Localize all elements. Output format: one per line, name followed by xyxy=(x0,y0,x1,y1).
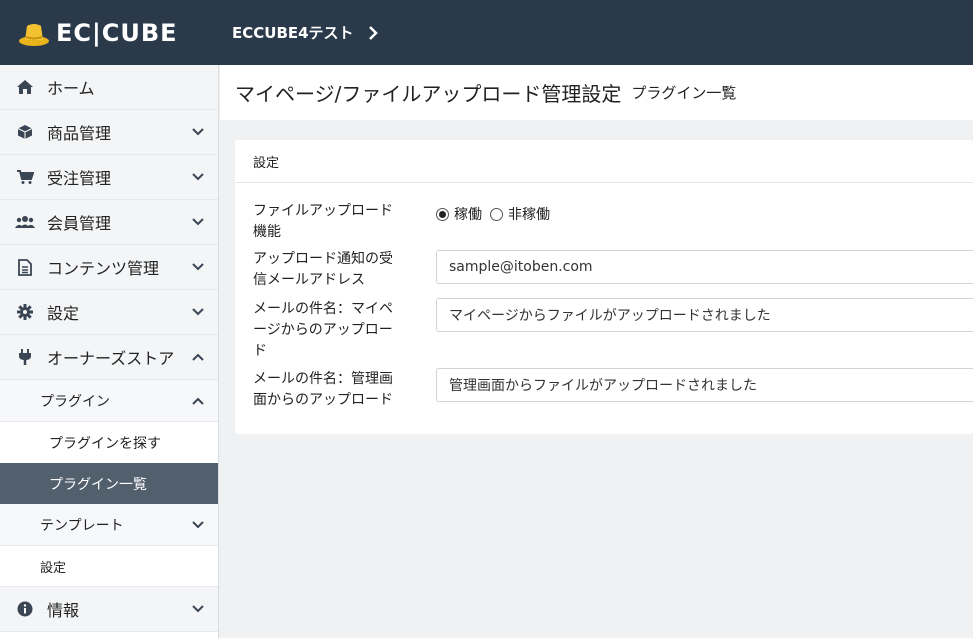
sidebar-item-members[interactable]: 会員管理 xyxy=(0,200,218,245)
function-label: ファイルアップロード機能 xyxy=(253,203,393,240)
cart-icon xyxy=(15,168,35,186)
chevron-right-icon xyxy=(368,25,378,40)
gear-icon xyxy=(15,303,35,321)
page-title-bar: マイページ/ファイルアップロード管理設定 プラグイン一覧 xyxy=(220,65,973,120)
radio-inactive[interactable] xyxy=(490,207,503,221)
file-icon xyxy=(15,258,35,276)
hat-logo-icon xyxy=(19,23,49,46)
chevron-down-icon xyxy=(192,605,204,613)
top-header: EC|CUBE ECCUBE4テスト xyxy=(0,0,973,65)
sidebar-subitem-plugin-list[interactable]: プラグイン一覧 xyxy=(0,463,218,504)
function-radio-group: 稼働 非稼働 xyxy=(436,204,558,224)
sidebar: ホーム 商品管理 受注管理 会員管理 コンテンツ管理 設定 オーナーズストア プ… xyxy=(0,65,219,638)
subject-admin-row: メールの件名：管理画面からのアップロード xyxy=(253,369,403,411)
sidebar-item-label: 設定 xyxy=(47,304,80,323)
sidebar-item-label: コンテンツ管理 xyxy=(47,259,160,278)
shop-name: ECCUBE4テスト xyxy=(232,24,354,42)
sidebar-subitem-template[interactable]: テンプレート xyxy=(0,504,218,546)
sidebar-subitem-label: プラグイン xyxy=(40,393,110,410)
email-field[interactable]: sample@itoben.com xyxy=(436,250,973,284)
subject-mypage-field[interactable]: マイページからファイルがアップロードされました xyxy=(436,298,973,332)
info-icon xyxy=(15,600,35,618)
sidebar-subitem-label: プラグインを探す xyxy=(49,435,161,452)
logo-text: EC|CUBE xyxy=(56,18,178,47)
sidebar-item-info[interactable]: 情報 xyxy=(0,587,218,632)
chevron-down-icon xyxy=(192,520,204,528)
sidebar-item-label: ホーム xyxy=(47,79,95,98)
chevron-down-icon xyxy=(192,218,204,226)
chevron-down-icon xyxy=(192,263,204,271)
sidebar-item-home[interactable]: ホーム xyxy=(0,65,218,110)
sidebar-item-contents[interactable]: コンテンツ管理 xyxy=(0,245,218,290)
subject-admin-label: メールの件名：管理画面からのアップロード xyxy=(253,371,393,408)
subject-mypage-label: メールの件名：マイページからのアップロード xyxy=(253,301,393,359)
home-icon xyxy=(15,78,35,96)
chevron-down-icon xyxy=(192,128,204,136)
function-row: ファイルアップロード機能 xyxy=(253,201,403,243)
sidebar-subitem-label: テンプレート xyxy=(40,517,124,534)
chevron-down-icon xyxy=(192,173,204,181)
settings-card: 設定 ファイルアップロード機能 稼働 非稼働 アップロード通知の受信メールアドレ… xyxy=(235,140,973,434)
shop-name-link[interactable]: ECCUBE4テスト xyxy=(232,22,378,43)
plug-icon xyxy=(15,348,35,366)
eccube-logo[interactable]: EC|CUBE xyxy=(18,19,218,47)
sidebar-item-orders[interactable]: 受注管理 xyxy=(0,155,218,200)
radio-inactive-label[interactable]: 非稼働 xyxy=(508,204,550,224)
page-title: マイページ/ファイルアップロード管理設定 xyxy=(235,82,622,106)
sidebar-item-owners-store[interactable]: オーナーズストア xyxy=(0,335,218,380)
chevron-up-icon xyxy=(192,353,204,361)
subject-mypage-row: メールの件名：マイページからのアップロード xyxy=(253,299,393,362)
email-label: アップロード通知の受信メールアドレス xyxy=(253,251,393,288)
sidebar-subitem-plugin[interactable]: プラグイン xyxy=(0,380,218,422)
sidebar-subitem-find-plugins[interactable]: プラグインを探す xyxy=(0,422,218,463)
sidebar-item-label: 受注管理 xyxy=(47,169,112,188)
subject-admin-field[interactable]: 管理画面からファイルがアップロードされました xyxy=(436,368,973,402)
sidebar-item-label: 会員管理 xyxy=(47,214,112,233)
radio-active[interactable] xyxy=(436,207,449,221)
users-icon xyxy=(15,213,35,231)
chevron-down-icon xyxy=(192,308,204,316)
sidebar-item-settings[interactable]: 設定 xyxy=(0,290,218,335)
sidebar-item-products[interactable]: 商品管理 xyxy=(0,110,218,155)
sidebar-subitem-label: 設定 xyxy=(40,560,67,576)
chevron-up-icon xyxy=(192,397,204,405)
page-subtitle: プラグイン一覧 xyxy=(631,84,737,102)
cube-icon xyxy=(15,123,35,141)
sidebar-item-label: 商品管理 xyxy=(47,124,112,143)
sidebar-item-label: オーナーズストア xyxy=(47,349,175,368)
sidebar-subitem-store-settings[interactable]: 設定 xyxy=(0,546,218,587)
card-header: 設定 xyxy=(235,140,973,183)
sidebar-subitem-label: プラグイン一覧 xyxy=(49,476,147,493)
radio-active-label[interactable]: 稼働 xyxy=(454,204,482,224)
sidebar-item-label: 情報 xyxy=(47,601,80,620)
email-row: アップロード通知の受信メールアドレス xyxy=(253,249,403,291)
